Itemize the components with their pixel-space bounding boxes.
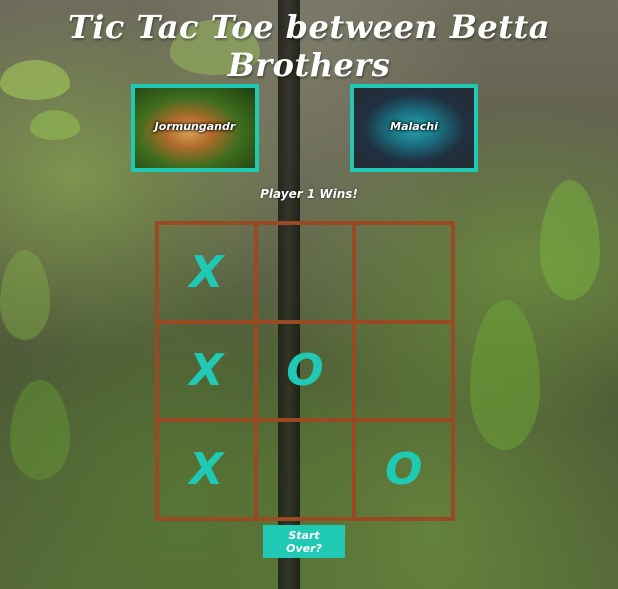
board-cell-0-0[interactable]: X (157, 223, 256, 322)
board-cell-1-1[interactable]: O (255, 321, 355, 421)
background-plant (10, 380, 70, 480)
board-cell-1-2[interactable] (354, 321, 453, 421)
game-status: Player 1 Wins! (260, 187, 358, 201)
player-2-name: Malachi (390, 120, 438, 133)
game-board: X X O X O (155, 221, 455, 521)
board-cell-0-2[interactable] (354, 223, 453, 322)
board-cell-2-1[interactable] (255, 420, 355, 519)
player-1-name: Jormungandr (154, 120, 236, 133)
board-cell-2-2[interactable]: O (354, 420, 453, 519)
board-cell-0-1[interactable] (255, 223, 355, 322)
player-1-card: Jormungandr (131, 84, 259, 172)
background-plant (0, 250, 50, 340)
board-cell-2-0[interactable]: X (157, 420, 256, 519)
board-cell-1-0[interactable]: X (157, 321, 256, 421)
background-plant (470, 300, 540, 450)
page-title: Tic Tac Toe between Betta Brothers (67, 8, 551, 84)
start-over-button[interactable]: Start Over? (263, 525, 345, 558)
background-plant (30, 110, 80, 140)
player-2-card: Malachi (350, 84, 478, 172)
